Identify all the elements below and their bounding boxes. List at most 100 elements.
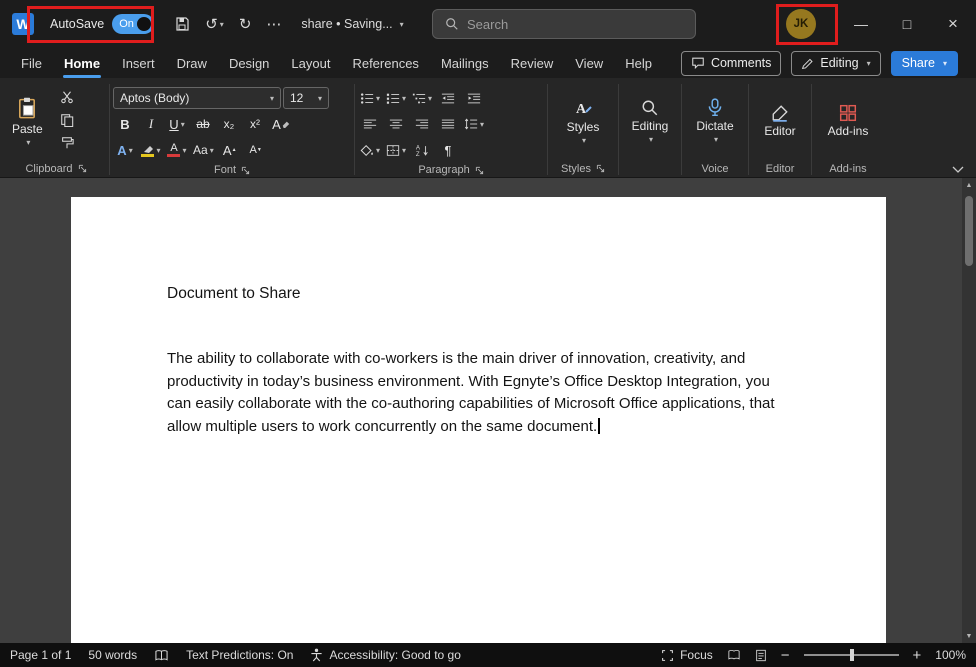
shrink-font-button[interactable]: A ▼ [244,139,268,162]
proofing-status[interactable] [154,649,169,662]
focus-mode-button[interactable]: Focus [661,648,713,662]
clipboard-dialog-launcher[interactable] [78,164,87,173]
align-left-icon [363,118,377,130]
justify-button[interactable] [436,113,460,136]
save-icon [174,16,190,32]
proofing-book-icon [154,649,169,662]
chevron-down-icon: ▾ [129,146,133,155]
format-painter-button[interactable] [55,131,79,154]
autosave-toggle[interactable]: On [112,14,154,34]
search-input[interactable] [467,17,667,32]
collapse-ribbon-button[interactable] [952,166,964,174]
change-case-button[interactable]: Aa ▾ [191,139,216,162]
scroll-up-button[interactable]: ▲ [962,178,976,192]
dictate-button[interactable]: Dictate ▾ [690,82,739,160]
editing-button[interactable]: Editing ▾ [626,82,675,160]
styles-dialog-launcher[interactable] [596,164,605,173]
word-count[interactable]: 50 words [88,648,137,662]
align-center-button[interactable] [384,113,408,136]
tab-layout[interactable]: Layout [280,51,341,76]
shading-button[interactable]: ▾ [358,139,382,162]
word-app-icon[interactable]: W [12,13,34,35]
scroll-down-button[interactable]: ▼ [962,629,976,643]
paste-button[interactable]: Paste ▾ [6,82,49,160]
bullets-button[interactable]: ▾ [358,87,382,110]
tab-mailings[interactable]: Mailings [430,51,500,76]
superscript-button[interactable]: x² [243,113,267,136]
numbering-button[interactable]: ▾ [384,87,408,110]
save-button[interactable] [174,16,190,32]
align-right-button[interactable] [410,113,434,136]
underline-button[interactable]: U ▾ [165,113,189,136]
zoom-in-button[interactable]: + [913,647,922,664]
font-color-button[interactable]: A ▾ [165,139,189,162]
subscript-button[interactable]: x₂ [217,113,241,136]
redo-button[interactable]: ↻ [239,15,252,33]
highlight-color-button[interactable]: ▾ [139,139,163,162]
chevron-down-icon: ▾ [480,120,484,129]
copy-button[interactable] [55,108,79,131]
account-avatar[interactable]: JK [786,9,816,39]
print-layout-button[interactable] [755,649,767,662]
addins-group-label: Add-ins [829,163,866,175]
text-predictions-status[interactable]: Text Predictions: On [186,648,293,662]
tab-review[interactable]: Review [500,51,565,76]
tab-design[interactable]: Design [218,51,280,76]
tab-insert[interactable]: Insert [111,51,166,76]
minimize-button[interactable]: — [838,0,884,48]
paragraph-dialog-launcher[interactable] [475,166,484,175]
increase-indent-button[interactable] [462,87,486,110]
align-left-button[interactable] [358,113,382,136]
titlebar-right: JK — □ × [786,0,976,48]
customize-quick-access-button[interactable]: ⋯ [266,15,281,33]
search-bar[interactable] [432,9,696,39]
zoom-slider[interactable] [804,654,899,656]
borders-button[interactable]: ▾ [384,139,408,162]
tab-file[interactable]: File [10,51,53,76]
font-dialog-launcher[interactable] [241,166,250,175]
vertical-scrollbar[interactable]: ▲ ▼ [962,178,976,643]
zoom-out-button[interactable]: − [781,647,790,664]
editor-button[interactable]: Editor [758,82,801,160]
read-mode-button[interactable] [727,649,741,661]
font-name-combobox[interactable]: Aptos (Body) ▾ [113,87,281,109]
clear-formatting-button[interactable]: A [269,113,293,136]
styles-button[interactable]: A Styles ▾ [561,82,606,160]
comments-label: Comments [711,56,771,70]
comments-button[interactable]: Comments [681,51,781,76]
zoom-level[interactable]: 100% [935,648,966,662]
share-button[interactable]: Share ▾ [891,51,958,76]
scrollbar-thumb[interactable] [965,196,973,266]
tab-home[interactable]: Home [53,51,111,76]
print-layout-icon [755,649,767,662]
grow-font-button[interactable]: A ▲ [218,139,242,162]
chevron-down-icon: ▾ [376,146,380,155]
multilevel-list-button[interactable]: ▾ [410,87,434,110]
zoom-slider-thumb[interactable] [850,649,854,661]
tab-draw[interactable]: Draw [166,51,218,76]
text-effects-button[interactable]: A ▾ [113,139,137,162]
italic-button[interactable]: I [139,113,163,136]
strikethrough-button[interactable]: ab [191,113,215,136]
document-page[interactable]: Document to Share The ability to collabo… [71,197,886,643]
sort-button[interactable]: AZ [410,139,434,162]
cut-button[interactable] [55,85,79,108]
accessibility-status[interactable]: Accessibility: Good to go [310,648,460,662]
undo-button[interactable]: ↺ ▾ [205,15,224,33]
maximize-button[interactable]: □ [884,0,930,48]
font-size-combobox[interactable]: 12 ▾ [283,87,329,109]
editing-mode-button[interactable]: Editing ▾ [791,51,880,76]
decrease-indent-button[interactable] [436,87,460,110]
document-title-status[interactable]: share • Saving... ▾ [301,17,403,31]
tab-view[interactable]: View [564,51,614,76]
show-paragraph-marks-button[interactable]: ¶ [436,139,460,162]
editor-group: Editor Editor [752,82,808,177]
addins-button[interactable]: Add-ins [822,82,875,160]
line-spacing-button[interactable]: ▾ [462,113,486,136]
tab-references[interactable]: References [341,51,429,76]
bold-button[interactable]: B [113,113,137,136]
page-indicator[interactable]: Page 1 of 1 [10,648,71,662]
ribbon: Paste ▾ Clipboard [0,78,976,178]
tab-help[interactable]: Help [614,51,663,76]
close-button[interactable]: × [930,0,976,48]
